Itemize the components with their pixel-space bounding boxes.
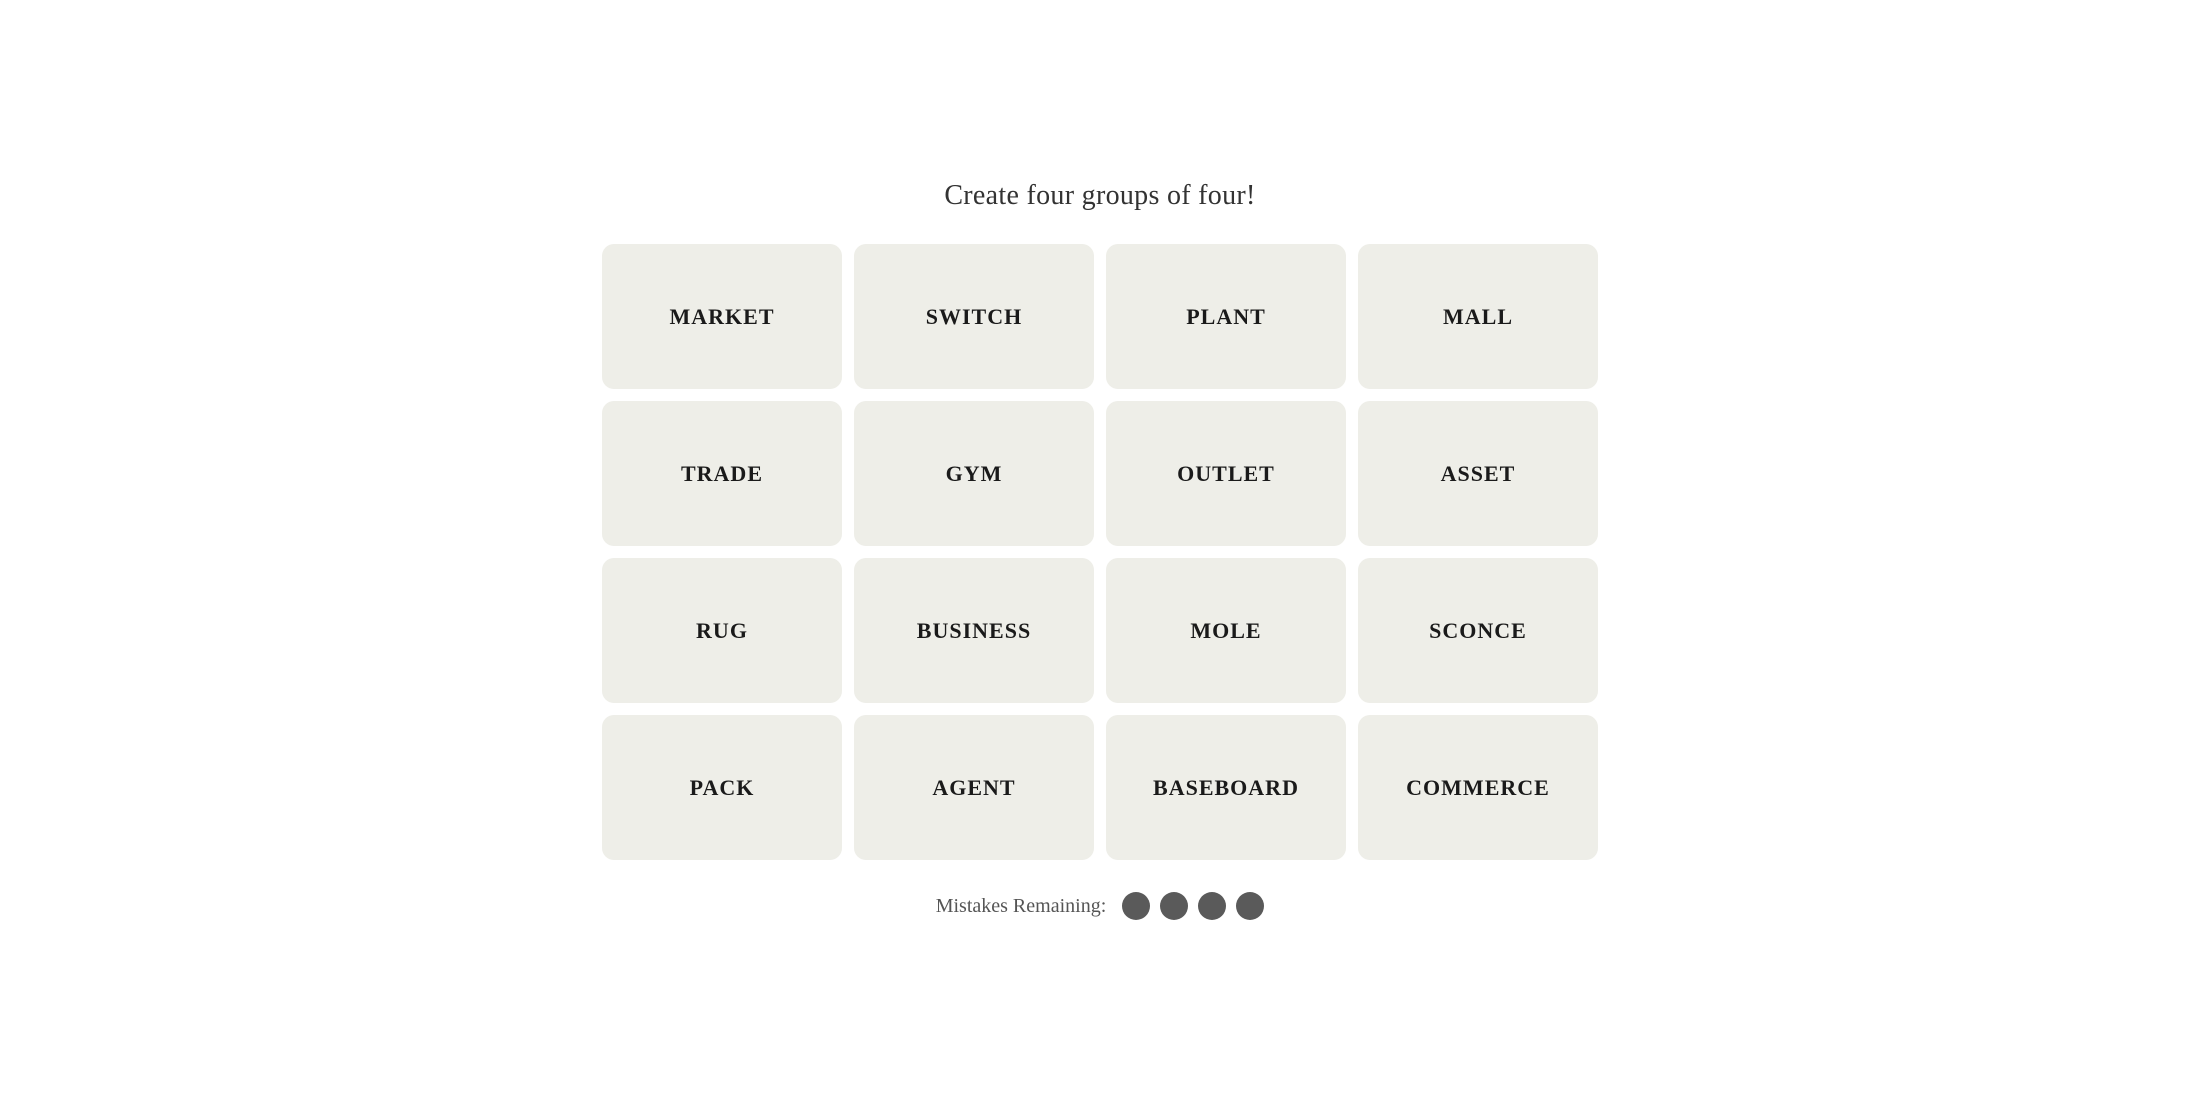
mistake-dot-1 <box>1122 892 1150 920</box>
word-card-switch[interactable]: SWITCH <box>854 244 1094 389</box>
word-card-sconce[interactable]: SCONCE <box>1358 558 1598 703</box>
dots-container <box>1122 892 1264 920</box>
word-label-switch: SWITCH <box>926 304 1022 330</box>
word-card-agent[interactable]: AGENT <box>854 715 1094 860</box>
word-label-agent: AGENT <box>932 775 1015 801</box>
word-label-pack: PACK <box>690 775 755 801</box>
word-label-commerce: COMMERCE <box>1406 775 1550 801</box>
word-label-gym: GYM <box>946 461 1003 487</box>
word-card-gym[interactable]: GYM <box>854 401 1094 546</box>
word-label-asset: ASSET <box>1441 461 1516 487</box>
word-card-mole[interactable]: MOLE <box>1106 558 1346 703</box>
word-card-commerce[interactable]: COMMERCE <box>1358 715 1598 860</box>
mistake-dot-2 <box>1160 892 1188 920</box>
word-card-pack[interactable]: PACK <box>602 715 842 860</box>
mistake-dot-3 <box>1198 892 1226 920</box>
word-label-baseboard: BASEBOARD <box>1153 775 1299 801</box>
word-label-outlet: OUTLET <box>1177 461 1275 487</box>
word-label-rug: RUG <box>696 618 748 644</box>
word-label-market: MARKET <box>670 304 775 330</box>
game-container: Create four groups of four! MARKET SWITCH… <box>550 180 1650 920</box>
word-label-business: BUSINESS <box>917 618 1031 644</box>
word-card-outlet[interactable]: OUTLET <box>1106 401 1346 546</box>
word-label-plant: PLANT <box>1186 304 1266 330</box>
word-card-asset[interactable]: ASSET <box>1358 401 1598 546</box>
word-card-mall[interactable]: MALL <box>1358 244 1598 389</box>
word-label-mole: MOLE <box>1190 618 1261 644</box>
word-label-trade: TRADE <box>681 461 763 487</box>
word-card-market[interactable]: MARKET <box>602 244 842 389</box>
word-grid: MARKET SWITCH PLANT MALL TRADE GYM OUTLET ASSET… <box>602 244 1598 860</box>
mistakes-label: Mistakes Remaining: <box>936 895 1107 918</box>
game-title: Create four groups of four! <box>944 180 1255 212</box>
word-card-business[interactable]: BUSINESS <box>854 558 1094 703</box>
mistakes-section: Mistakes Remaining: <box>936 892 1265 920</box>
mistake-dot-4 <box>1236 892 1264 920</box>
word-card-trade[interactable]: TRADE <box>602 401 842 546</box>
word-card-plant[interactable]: PLANT <box>1106 244 1346 389</box>
word-card-rug[interactable]: RUG <box>602 558 842 703</box>
word-label-mall: MALL <box>1443 304 1513 330</box>
word-card-baseboard[interactable]: BASEBOARD <box>1106 715 1346 860</box>
word-label-sconce: SCONCE <box>1429 618 1527 644</box>
